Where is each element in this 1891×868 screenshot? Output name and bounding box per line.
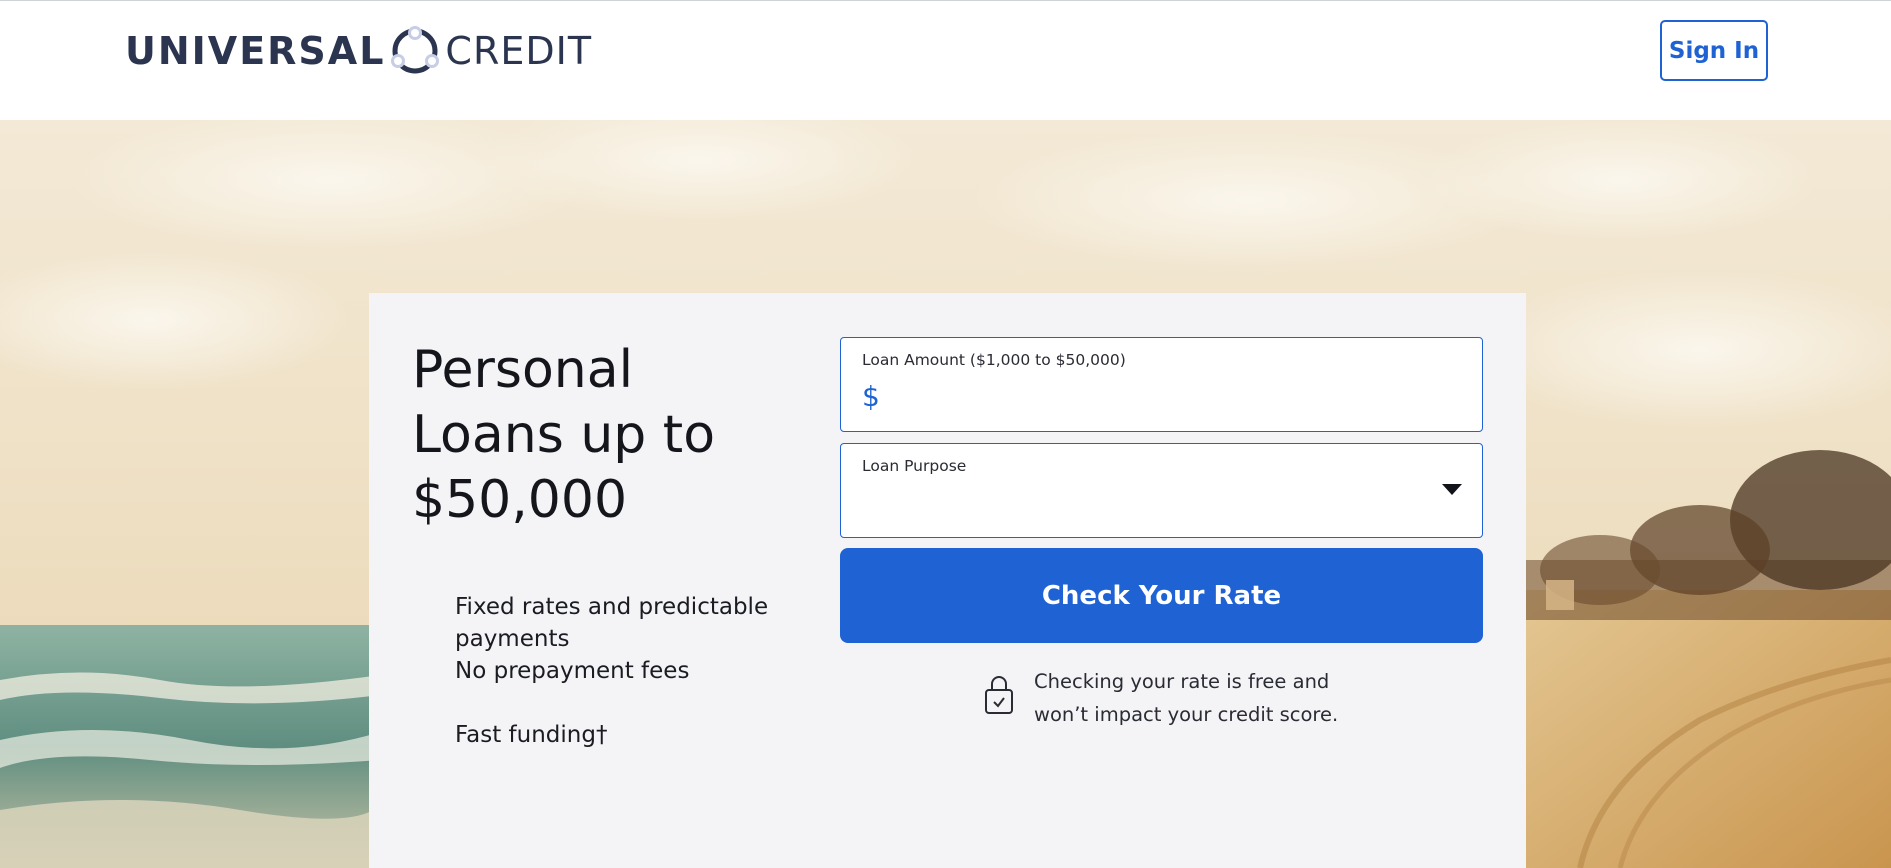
site-header: UNIVERSAL CREDIT Sign In xyxy=(0,0,1891,120)
loan-amount-field[interactable]: Loan Amount ($1,000 to $50,000) $ xyxy=(840,337,1483,432)
logo-text-universal: UNIVERSAL xyxy=(125,29,386,73)
logo-ring-icon xyxy=(391,26,440,74)
sign-in-button[interactable]: Sign In xyxy=(1660,20,1768,81)
loan-amount-label: Loan Amount ($1,000 to $50,000) xyxy=(862,351,1126,369)
feature-item: Fixed rates and predictable payments xyxy=(455,594,769,652)
loan-card: Personal Loans up to $50,000 Fixed rates… xyxy=(369,293,1526,868)
caret-down-icon[interactable] xyxy=(1442,484,1462,495)
rate-disclaimer: Checking your rate is free and won’t imp… xyxy=(1034,670,1339,726)
lock-check-icon xyxy=(985,676,1013,714)
dollar-sign: $ xyxy=(862,380,880,413)
loan-purpose-label: Loan Purpose xyxy=(862,457,967,475)
check-your-rate-button[interactable]: Check Your Rate xyxy=(840,548,1483,643)
feature-item: Fast funding† xyxy=(455,722,608,748)
logo-text-credit: CREDIT xyxy=(445,29,593,73)
loan-amount-input[interactable] xyxy=(891,380,1461,418)
feature-item: No prepayment fees xyxy=(455,658,690,684)
universal-credit-logo[interactable]: UNIVERSAL CREDIT xyxy=(125,23,592,79)
loan-purpose-select[interactable]: Loan Purpose xyxy=(840,443,1483,538)
page-title: Personal Loans up to $50,000 xyxy=(412,340,716,530)
